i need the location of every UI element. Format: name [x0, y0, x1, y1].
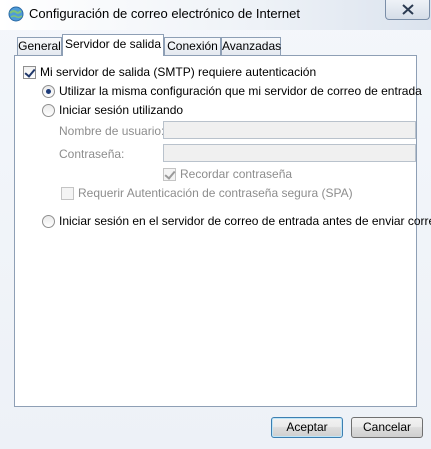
- same-settings-radio[interactable]: [42, 84, 55, 98]
- window-title: Configuración de correo electrónico de I…: [29, 6, 300, 21]
- login-before-send-label: Iniciar sesión en el servidor de correo …: [59, 214, 431, 228]
- close-button[interactable]: [385, 0, 430, 20]
- accept-button[interactable]: Aceptar: [271, 417, 343, 438]
- smtp-auth-checkbox-row[interactable]: Mi servidor de salida (SMTP) requiere au…: [23, 65, 316, 79]
- spa-checkbox[interactable]: [61, 186, 74, 200]
- tab-conexion[interactable]: Conexión: [164, 37, 221, 56]
- remember-password-label: Recordar contraseña: [180, 167, 293, 181]
- username-field[interactable]: [163, 121, 416, 139]
- same-settings-radio-row[interactable]: Utilizar la misma configuración que mi s…: [42, 84, 422, 98]
- login-before-send-radio[interactable]: [42, 214, 55, 228]
- login-using-radio[interactable]: [42, 103, 55, 117]
- smtp-auth-checkbox[interactable]: [23, 65, 36, 79]
- login-using-radio-row[interactable]: Iniciar sesión utilizando: [42, 103, 183, 117]
- password-label: Contraseña:: [59, 147, 125, 161]
- remember-password-row[interactable]: Recordar contraseña: [163, 167, 292, 181]
- password-field[interactable]: [163, 144, 416, 162]
- cancel-button[interactable]: Cancelar: [351, 417, 423, 438]
- title-bar[interactable]: Configuración de correo electrónico de I…: [0, 0, 431, 30]
- tab-servidor-de-salida[interactable]: Servidor de salida: [62, 34, 164, 56]
- login-using-label: Iniciar sesión utilizando: [59, 103, 184, 117]
- remember-password-checkbox[interactable]: [163, 167, 176, 181]
- spa-label: Requerir Autenticación de contraseña seg…: [78, 186, 353, 200]
- spa-checkbox-row[interactable]: Requerir Autenticación de contraseña seg…: [61, 186, 353, 200]
- username-label: Nombre de usuario:: [59, 124, 165, 138]
- tab-general[interactable]: General: [17, 37, 62, 56]
- same-settings-label: Utilizar la misma configuración que mi s…: [59, 84, 422, 98]
- smtp-auth-label: Mi servidor de salida (SMTP) requiere au…: [40, 65, 317, 79]
- mail-globe-icon: [8, 6, 24, 22]
- login-before-send-radio-row[interactable]: Iniciar sesión en el servidor de correo …: [42, 214, 431, 228]
- tab-avanzadas[interactable]: Avanzadas: [221, 37, 281, 56]
- dialog-window: Configuración de correo electrónico de I…: [0, 0, 431, 449]
